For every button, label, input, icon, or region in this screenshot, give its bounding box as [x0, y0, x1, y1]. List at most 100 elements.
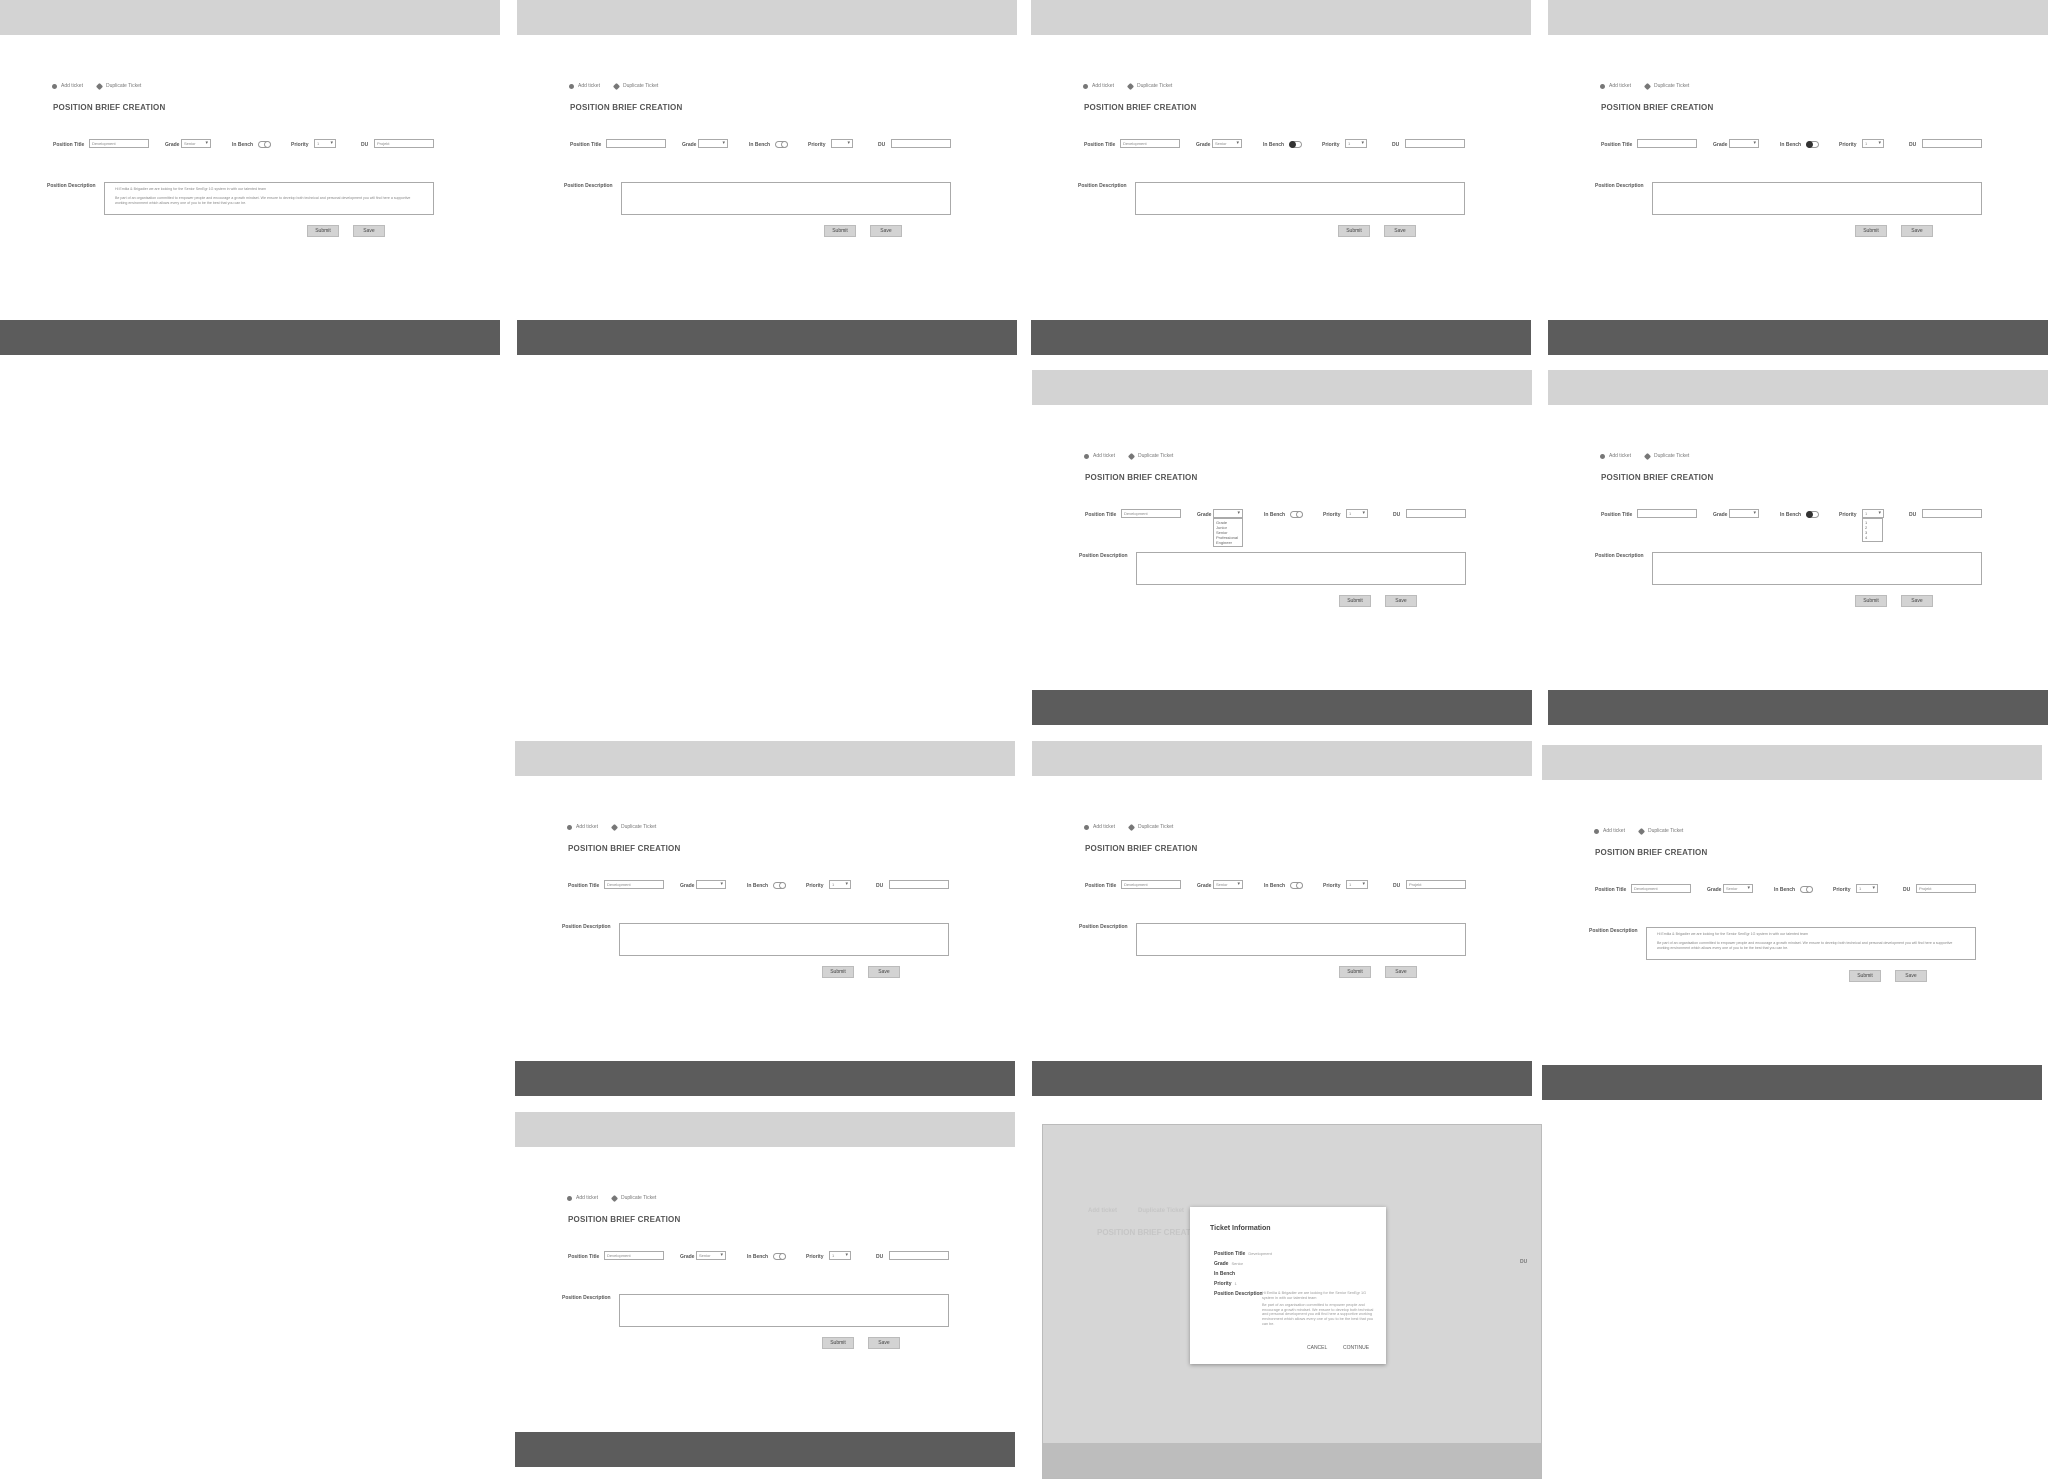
in-bench-toggle[interactable] — [1800, 886, 1813, 893]
save-button[interactable]: Save — [353, 225, 385, 237]
add-ticket-tab[interactable]: Add ticket — [1600, 83, 1631, 89]
duplicate-ticket-tab[interactable]: Duplicate Ticket — [612, 82, 658, 90]
duplicate-ticket-tab[interactable]: Duplicate Ticket — [1643, 452, 1689, 460]
duplicate-ticket-tab[interactable]: Duplicate Ticket — [610, 1194, 656, 1202]
submit-button[interactable]: Submit — [1339, 595, 1371, 607]
in-bench-toggle[interactable] — [1806, 141, 1819, 148]
in-bench-toggle[interactable] — [1290, 882, 1303, 889]
grade-select[interactable]: Senior — [1723, 884, 1753, 893]
position-description-textarea[interactable] — [619, 1294, 949, 1327]
grade-select[interactable] — [1729, 509, 1759, 518]
duplicate-ticket-tab[interactable]: Duplicate Ticket — [610, 823, 656, 831]
save-button[interactable]: Save — [1384, 225, 1416, 237]
save-button[interactable]: Save — [868, 1337, 900, 1349]
du-input[interactable] — [1922, 509, 1982, 518]
cancel-button[interactable]: CANCEL — [1307, 1345, 1327, 1351]
save-button[interactable]: Save — [1385, 595, 1417, 607]
save-button[interactable]: Save — [1901, 225, 1933, 237]
priority-select[interactable]: 1 — [1862, 509, 1884, 518]
grade-select[interactable]: Senior — [181, 139, 211, 148]
priority-select[interactable]: 1 — [314, 139, 336, 148]
save-button[interactable]: Save — [1385, 966, 1417, 978]
in-bench-toggle[interactable] — [258, 141, 271, 148]
grade-option[interactable]: Engineer — [1216, 540, 1240, 545]
duplicate-ticket-tab[interactable]: Duplicate Ticket — [1126, 82, 1172, 90]
save-button[interactable]: Save — [870, 225, 902, 237]
position-description-textarea[interactable] — [1136, 923, 1466, 956]
grade-select[interactable]: Senior — [1213, 880, 1243, 889]
du-input[interactable] — [1405, 139, 1465, 148]
add-ticket-tab[interactable]: Add ticket — [569, 83, 600, 89]
position-title-input[interactable]: Development — [1121, 880, 1181, 889]
position-description-textarea[interactable] — [1135, 182, 1465, 215]
save-button[interactable]: Save — [1895, 970, 1927, 982]
position-description-textarea[interactable] — [1136, 552, 1466, 585]
add-ticket-tab[interactable]: Add ticket — [567, 824, 598, 830]
du-input[interactable] — [1922, 139, 1982, 148]
submit-button[interactable]: Submit — [1855, 595, 1887, 607]
submit-button[interactable]: Submit — [307, 225, 339, 237]
add-ticket-tab[interactable]: Add ticket — [1083, 83, 1114, 89]
add-ticket-tab[interactable]: Add ticket — [52, 83, 83, 89]
grade-select[interactable]: Senior — [696, 1251, 726, 1260]
submit-button[interactable]: Submit — [1855, 225, 1887, 237]
add-ticket-tab[interactable]: Add ticket — [1594, 828, 1625, 834]
save-button[interactable]: Save — [1901, 595, 1933, 607]
grade-select[interactable] — [1729, 139, 1759, 148]
priority-select[interactable]: 1 — [1346, 509, 1368, 518]
du-input[interactable]: Projekt — [1406, 880, 1466, 889]
duplicate-ticket-tab[interactable]: Duplicate Ticket — [95, 82, 141, 90]
submit-button[interactable]: Submit — [1338, 225, 1370, 237]
position-description-textarea[interactable] — [1652, 182, 1982, 215]
priority-select[interactable]: 1 — [829, 1251, 851, 1260]
position-title-input[interactable]: Development — [604, 1251, 664, 1260]
add-ticket-tab[interactable]: Add ticket — [567, 1195, 598, 1201]
duplicate-ticket-tab[interactable]: Duplicate Ticket — [1643, 82, 1689, 90]
in-bench-toggle[interactable] — [773, 1253, 786, 1260]
position-title-input[interactable]: Development — [604, 880, 664, 889]
position-title-input[interactable] — [1637, 509, 1697, 518]
add-ticket-tab[interactable]: Add ticket — [1600, 453, 1631, 459]
grade-select[interactable] — [1213, 509, 1243, 518]
priority-select[interactable]: 1 — [1346, 880, 1368, 889]
grade-select[interactable] — [696, 880, 726, 889]
in-bench-toggle[interactable] — [1290, 511, 1303, 518]
du-input[interactable] — [891, 139, 951, 148]
du-input[interactable] — [889, 1251, 949, 1260]
position-description-textarea[interactable]: Hi Emilia & Brigadier we are looking for… — [104, 182, 434, 215]
position-title-input[interactable]: Development — [1631, 884, 1691, 893]
position-title-input[interactable]: Development — [1121, 509, 1181, 518]
submit-button[interactable]: Submit — [822, 966, 854, 978]
continue-button[interactable]: CONTINUE — [1343, 1345, 1369, 1351]
priority-option[interactable]: 4 — [1865, 535, 1880, 540]
add-ticket-tab[interactable]: Add ticket — [1084, 824, 1115, 830]
du-input[interactable]: Projekt — [374, 139, 434, 148]
submit-button[interactable]: Submit — [1339, 966, 1371, 978]
position-title-input[interactable]: Development — [89, 139, 149, 148]
du-input[interactable] — [889, 880, 949, 889]
add-ticket-tab[interactable]: Add ticket — [1084, 453, 1115, 459]
grade-select[interactable] — [698, 139, 728, 148]
position-title-input[interactable]: Development — [1120, 139, 1180, 148]
position-description-textarea[interactable] — [1652, 552, 1982, 585]
submit-button[interactable]: Submit — [1849, 970, 1881, 982]
position-description-textarea[interactable]: Hi Emilia & Brigadier we are looking for… — [1646, 927, 1976, 960]
duplicate-ticket-tab[interactable]: Duplicate Ticket — [1127, 452, 1173, 460]
priority-select[interactable]: 1 — [1345, 139, 1367, 148]
duplicate-ticket-tab[interactable]: Duplicate Ticket — [1127, 823, 1173, 831]
position-title-input[interactable] — [606, 139, 666, 148]
duplicate-ticket-tab[interactable]: Duplicate Ticket — [1637, 827, 1683, 835]
priority-select[interactable]: 1 — [1856, 884, 1878, 893]
in-bench-toggle[interactable] — [775, 141, 788, 148]
priority-select[interactable]: 1 — [1862, 139, 1884, 148]
grade-select[interactable]: Senior — [1212, 139, 1242, 148]
du-input[interactable]: Projekt — [1916, 884, 1976, 893]
priority-select[interactable]: 1 — [829, 880, 851, 889]
priority-select[interactable] — [831, 139, 853, 148]
position-description-textarea[interactable] — [621, 182, 951, 215]
in-bench-toggle[interactable] — [1806, 511, 1819, 518]
position-description-textarea[interactable] — [619, 923, 949, 956]
position-title-input[interactable] — [1637, 139, 1697, 148]
in-bench-toggle[interactable] — [773, 882, 786, 889]
du-input[interactable] — [1406, 509, 1466, 518]
